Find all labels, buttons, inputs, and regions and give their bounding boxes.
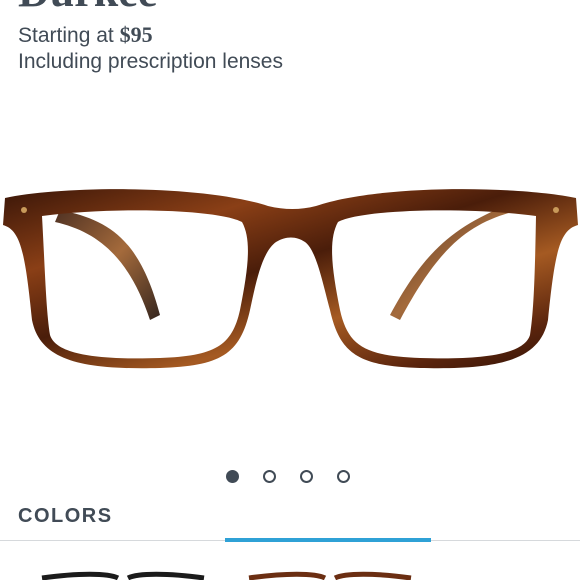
colors-heading: COLORS [18, 505, 113, 527]
product-image-glasses[interactable] [0, 170, 580, 390]
lens-note: Including prescription lenses [18, 50, 283, 73]
selected-color-indicator [225, 538, 431, 542]
price-prefix: Starting at [18, 24, 114, 47]
color-swatch-1[interactable] [38, 570, 208, 580]
price-line: Starting at $95 [18, 22, 153, 49]
color-swatch-2[interactable] [245, 570, 415, 580]
carousel-dot-2[interactable] [263, 470, 276, 483]
carousel-dot-1[interactable] [226, 470, 239, 483]
carousel-dot-4[interactable] [337, 470, 350, 483]
carousel-dot-3[interactable] [300, 470, 313, 483]
price-amount: $95 [119, 22, 153, 47]
product-title: Durkee [18, 0, 157, 14]
carousel-dots [226, 470, 356, 488]
